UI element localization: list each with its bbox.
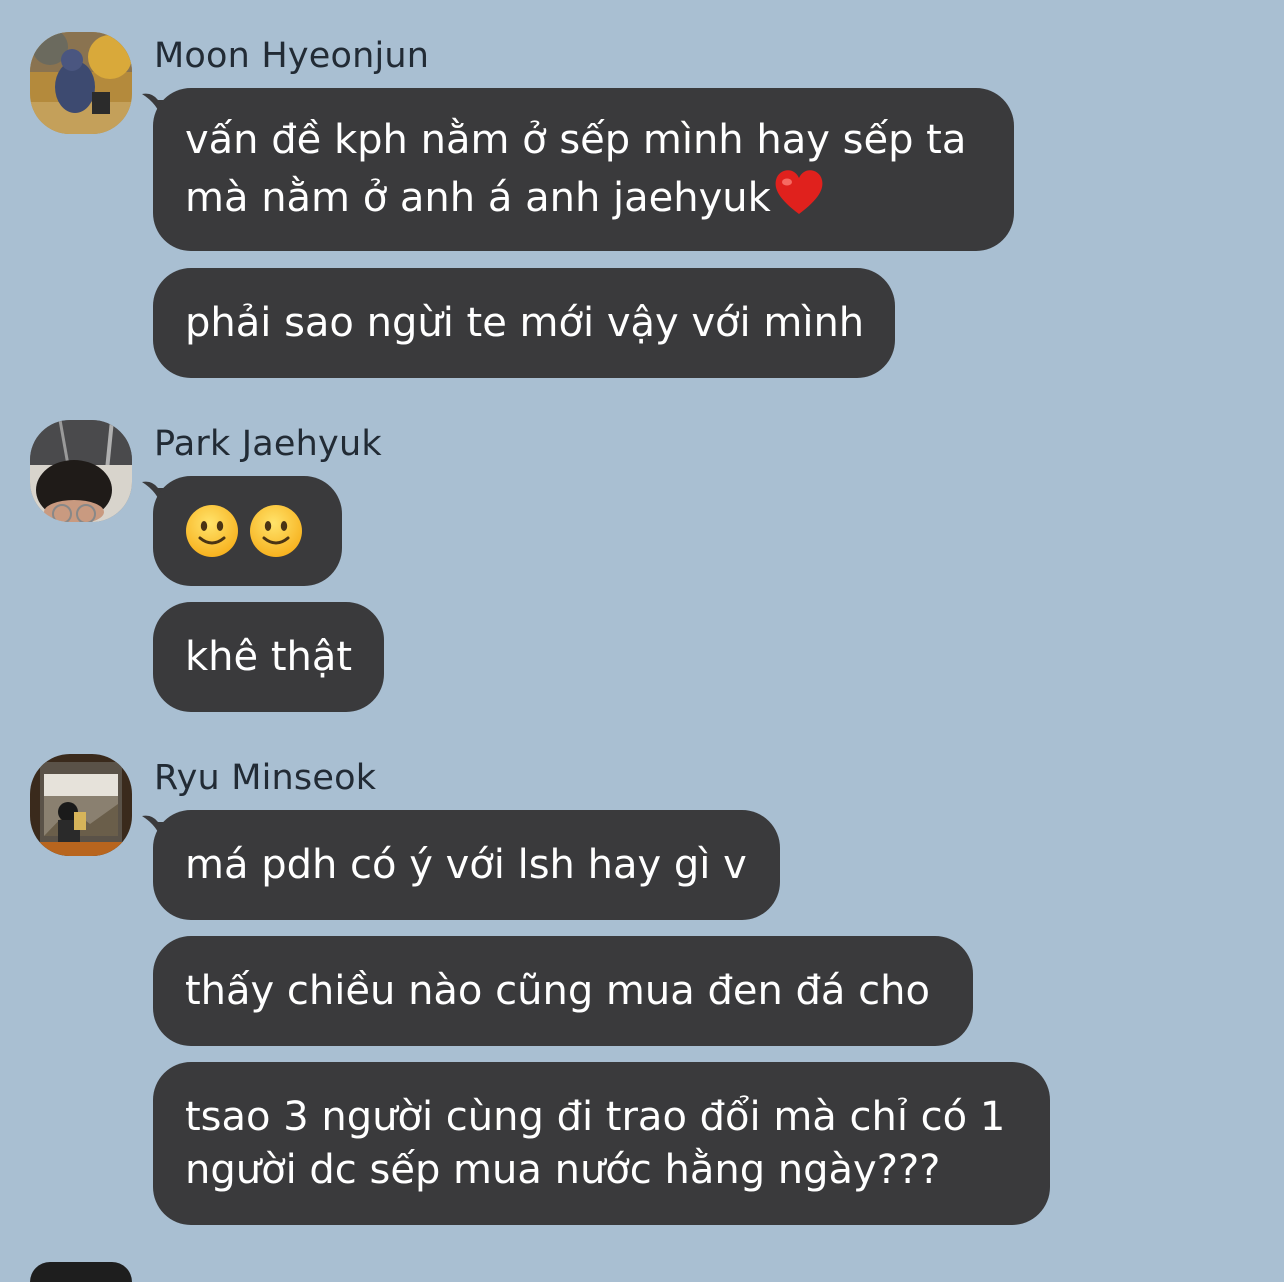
message-text: khê thật: [185, 633, 353, 680]
message-text: thấy chiều nào cũng mua đen đá cho: [185, 967, 930, 1014]
avatar-next-partial[interactable]: [30, 1262, 132, 1282]
message-bubble[interactable]: phải sao ngừi te mới vậy với mình: [153, 268, 895, 378]
message-text-line: tsao 3 người cùng đi trao đổi mà chỉ có …: [185, 1093, 1006, 1140]
message-text-line: vấn đề kph nằm ở sếp mình hay sếp ta: [185, 117, 967, 163]
message-bubble[interactable]: tsao 3 người cùng đi trao đổi mà chỉ có …: [153, 1062, 1050, 1225]
slightly-smiling-face-icon: [186, 505, 238, 557]
heart-icon: [775, 170, 823, 214]
message-text: phải sao ngừi te mới vậy với mình: [185, 299, 865, 346]
message-text: mà nằm ở anh á anh jaehyuk: [185, 175, 771, 221]
message-bubble[interactable]: [153, 476, 342, 586]
avatar-park-jaehyuk[interactable]: [30, 420, 132, 522]
avatar-ryu-minseok[interactable]: [30, 754, 132, 856]
sender-name: Moon Hyeonjun: [154, 36, 430, 76]
slightly-smiling-face-icon: [250, 505, 302, 557]
sender-name: Ryu Minseok: [154, 758, 377, 798]
avatar-moon-hyeonjun[interactable]: [30, 32, 132, 134]
message-bubble[interactable]: thấy chiều nào cũng mua đen đá cho: [153, 936, 973, 1046]
sender-name: Park Jaehyuk: [154, 424, 382, 464]
message-text-line: người dc sếp mua nước hằng ngày???: [185, 1146, 941, 1193]
message-bubble[interactable]: vấn đề kph nằm ở sếp mình hay sếp ta mà …: [153, 88, 1014, 251]
emoji-row: [185, 504, 310, 558]
message-text-line-with-emoji: mà nằm ở anh á anh jaehyuk: [185, 167, 982, 225]
message-text: má pdh có ý với lsh hay gì v: [185, 841, 747, 888]
message-bubble[interactable]: khê thật: [153, 602, 384, 712]
message-bubble[interactable]: má pdh có ý với lsh hay gì v: [153, 810, 780, 920]
